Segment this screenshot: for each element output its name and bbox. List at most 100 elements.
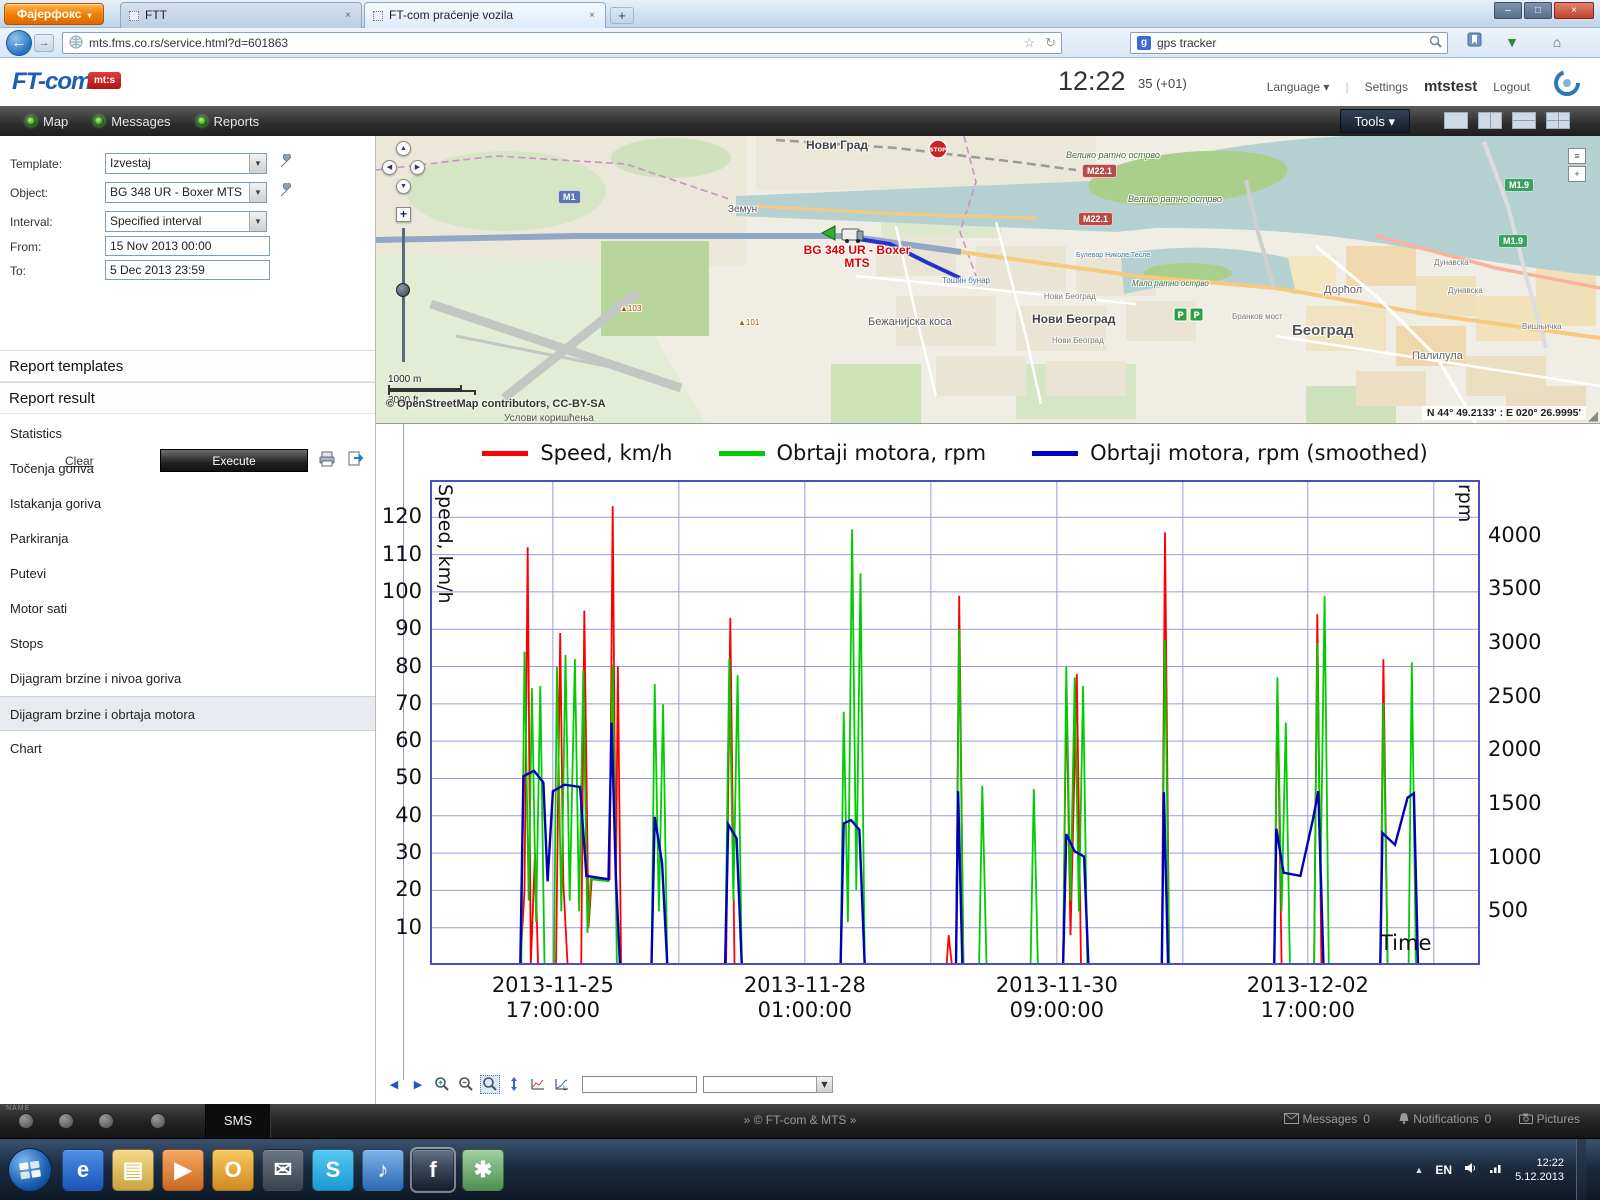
sidebar-item-3[interactable]: Parkiranja [0,521,375,556]
from-input[interactable] [105,236,270,256]
close-window-button[interactable]: × [1554,2,1594,19]
zoom-in-button[interactable]: + [396,207,411,222]
taskbar-icon-mail[interactable]: ✉ [262,1149,304,1191]
pan-down-button[interactable]: ▼ [396,179,411,194]
map-terms-link[interactable]: Услови коришћења [504,413,594,424]
taskbar-icon-firefox[interactable]: f [412,1149,454,1191]
legend-item: Obrtaji motora, rpm (smoothed) [1032,441,1428,465]
y-right-tick: 3500 [1488,576,1558,600]
settings-link[interactable]: Settings [1365,80,1408,94]
messages-status[interactable]: Messages0 [1284,1112,1370,1126]
tools-button[interactable]: Tools ▾ [1340,109,1411,133]
language-indicator[interactable]: EN [1435,1163,1452,1177]
map-corner-toggle[interactable]: ◢ [1588,408,1598,424]
pan-left-button[interactable]: ◀ [382,160,397,175]
taskbar-icon-internet-explorer[interactable]: e [62,1149,104,1191]
home-icon[interactable]: ⌂ [1545,32,1569,54]
layout-single-icon[interactable] [1444,112,1468,129]
bookmarks-icon[interactable] [1462,32,1486,54]
forward-button[interactable]: → [34,34,54,52]
taskbar-icon-media-player[interactable]: ▶ [162,1149,204,1191]
close-tab-icon[interactable]: × [341,9,355,23]
firefox-menu-button[interactable]: Фајерфокс▾ [4,3,104,25]
object-wrench-icon[interactable] [278,183,294,204]
url-input[interactable] [89,36,1018,50]
chart-next-button[interactable]: ▶ [408,1075,428,1094]
overview-map-icon[interactable]: + [1568,166,1586,182]
reload-icon[interactable]: ↻ [1045,35,1056,51]
sidebar-item-8[interactable]: Dijagram brzine i obrtaja motora [0,696,375,731]
taskbar-icon-skype[interactable]: S [312,1149,354,1191]
nav-reports[interactable]: Reports [197,114,260,129]
site-identity-icon[interactable] [69,35,83,52]
sidebar-item-7[interactable]: Dijagram brzine i nivoa goriva [0,661,375,696]
downloads-icon[interactable]: ▼ [1500,32,1524,54]
chart-series-select[interactable]: ▼ [703,1076,833,1093]
search-engine-icon[interactable]: g [1137,36,1151,50]
sidebar-item-6[interactable]: Stops [0,626,375,661]
search-input[interactable] [1157,36,1424,50]
layers-icon[interactable]: ≡ [1568,148,1586,164]
chart-prev-button[interactable]: ◀ [384,1075,404,1094]
chart-zoom-in-button[interactable] [432,1075,452,1094]
layout-grid-icon[interactable] [1546,112,1570,129]
search-icon[interactable] [1429,35,1442,51]
chart-zoom-box-button[interactable] [480,1075,500,1094]
logout-link[interactable]: Logout [1493,80,1530,94]
maximize-button[interactable]: □ [1524,2,1552,19]
sidebar-item-1[interactable]: Točenja goriva [0,451,375,486]
layout-split-vertical-icon[interactable] [1478,112,1502,129]
chart-plot[interactable] [430,480,1480,965]
sidebar-item-0[interactable]: Statistics [0,416,375,451]
chart-legend: Speed, km/hObrtaji motora, rpmObrtaji mo… [430,434,1480,472]
nav-map[interactable]: Map [26,114,68,129]
layout-split-horizontal-icon[interactable] [1512,112,1536,129]
sidebar-item-4[interactable]: Putevi [0,556,375,591]
nav-messages[interactable]: Messages [94,114,170,129]
network-icon[interactable] [1489,1161,1503,1179]
chart-range-input[interactable] [582,1076,697,1093]
map-place-label: Палилула [1412,350,1463,362]
to-input[interactable] [105,260,270,280]
interval-select[interactable]: Specified interval▼ [105,211,267,232]
new-tab-button[interactable]: + [610,7,634,24]
map-place-label: Дунавска [1434,258,1469,267]
y-axis-right-title: rpm [1454,484,1476,522]
show-desktop-button[interactable] [1576,1139,1586,1200]
pan-up-button[interactable]: ▲ [396,141,411,156]
minimize-button[interactable]: – [1494,2,1522,19]
pan-right-button[interactable]: ▶ [410,160,425,175]
chart-log-scale-button[interactable]: L [552,1075,572,1094]
bookmark-star-icon[interactable]: ☆ [1023,35,1035,51]
url-bar[interactable]: ☆ ↻ [62,32,1062,54]
start-button[interactable] [8,1148,52,1192]
back-button[interactable]: ← [6,30,32,56]
hidden-icons-button[interactable]: ▲ [1414,1165,1423,1175]
template-wrench-icon[interactable] [278,154,294,175]
tab-ftcom[interactable]: FT-com praćenje vozila × [364,2,606,28]
object-select[interactable]: BG 348 UR - Boxer MTS▼ [105,182,267,203]
taskbar-icon-itunes[interactable]: ♪ [362,1149,404,1191]
sidebar-item-2[interactable]: Istakanja goriva [0,486,375,521]
taskbar-icon-outlook[interactable]: O [212,1149,254,1191]
taskbar-clock[interactable]: 12:22 5.12.2013 [1515,1156,1564,1184]
chart-linear-scale-button[interactable] [528,1075,548,1094]
map-place-label: Земун [728,204,757,215]
section-report-templates[interactable]: Report templates [0,350,375,382]
sidebar-item-5[interactable]: Motor sati [0,591,375,626]
chart-pan-button[interactable] [504,1075,524,1094]
taskbar-icon-tool[interactable]: ✱ [462,1149,504,1191]
sidebar-item-9[interactable]: Chart [0,731,375,766]
template-select[interactable]: Izvestaj▼ [105,153,267,174]
notifications-status[interactable]: Notifications0 [1398,1112,1491,1126]
language-menu[interactable]: Language ▾ [1267,80,1330,94]
close-tab-icon[interactable]: × [585,9,599,23]
chart-zoom-out-button[interactable] [456,1075,476,1094]
pictures-status[interactable]: Pictures [1519,1112,1580,1126]
search-bar[interactable]: g [1130,32,1448,54]
volume-icon[interactable] [1464,1161,1477,1179]
zoom-slider-handle[interactable] [396,283,410,297]
tab-ftt[interactable]: FTT × [120,2,362,28]
section-report-result[interactable]: Report result [0,382,375,414]
taskbar-icon-windows-explorer[interactable]: ▤ [112,1149,154,1191]
